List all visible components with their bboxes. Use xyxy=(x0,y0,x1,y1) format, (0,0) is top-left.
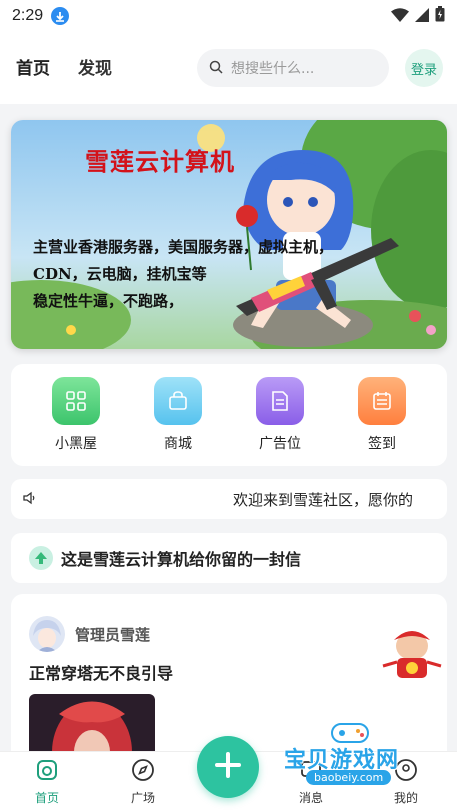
top-nav: 首页 发现 想搜些什么... 登录 xyxy=(0,32,457,104)
banner-line: 稳定性牛逼，不跑路， xyxy=(33,292,184,310)
letter-card[interactable]: 这是雪莲云计算机给你留的一封信 xyxy=(11,533,447,583)
search-icon xyxy=(209,59,223,78)
quick-action-label: 广告位 xyxy=(259,436,301,452)
banner-line: CDN，云电脑，挂机宝等 xyxy=(33,265,207,283)
status-time: 2:29 xyxy=(12,7,44,24)
home-icon xyxy=(35,758,59,786)
notice-text: 欢迎来到雪莲社区，愿你的 xyxy=(233,490,414,509)
tab-discover[interactable]: 发现 xyxy=(78,54,112,83)
quick-action-blacklist[interactable]: 小黑屋 xyxy=(36,377,116,453)
quick-action-shop[interactable]: 商城 xyxy=(138,377,218,453)
quick-actions: 小黑屋 商城 广告位 签到 xyxy=(11,364,447,466)
login-button[interactable]: 登录 xyxy=(405,49,443,87)
download-icon xyxy=(51,7,70,25)
tab-home[interactable]: 首页 xyxy=(16,54,50,83)
nav-home[interactable]: 首页 xyxy=(17,758,77,806)
shopping-bag-icon xyxy=(154,377,202,425)
notice-bar[interactable]: 欢迎来到雪莲社区，愿你的 xyxy=(11,479,447,519)
promo-banner[interactable]: 雪莲云计算机 主营业香港服务器，美国服务器，虚拟主机， CDN，云电脑，挂机宝等… xyxy=(11,120,447,349)
calendar-icon xyxy=(358,377,406,425)
nav-plaza[interactable]: 广场 xyxy=(113,758,173,806)
nav-label: 首页 xyxy=(34,791,59,805)
quick-action-checkin[interactable]: 签到 xyxy=(342,377,422,453)
arrow-up-icon xyxy=(29,546,53,570)
quick-action-label: 商城 xyxy=(164,436,192,452)
plus-icon xyxy=(214,751,242,783)
add-post-button[interactable] xyxy=(197,736,259,798)
mascot-sticker xyxy=(379,626,445,682)
post-author[interactable]: 管理员雪莲 xyxy=(75,624,150,645)
signal-icon xyxy=(415,7,429,26)
quick-action-label: 小黑屋 xyxy=(55,436,97,452)
battery-icon xyxy=(435,6,445,26)
document-icon xyxy=(256,377,304,425)
banner-title: 雪莲云计算机 xyxy=(85,147,235,176)
speaker-icon xyxy=(23,490,37,509)
watermark: 宝贝游戏网 baobeiy.com xyxy=(280,716,430,806)
watermark-url: baobeiy.com xyxy=(306,770,392,785)
search-placeholder: 想搜些什么... xyxy=(231,61,315,77)
status-bar: 2:29 xyxy=(0,0,457,32)
post-title: 正常穿塔无不良引导 xyxy=(29,664,174,683)
quick-action-ads[interactable]: 广告位 xyxy=(240,377,320,453)
banner-line: 主营业香港服务器，美国服务器，虚拟主机， xyxy=(33,238,334,256)
search-input[interactable]: 想搜些什么... xyxy=(197,49,389,87)
quick-action-label: 签到 xyxy=(368,436,396,452)
grid-icon xyxy=(52,377,100,425)
avatar[interactable] xyxy=(29,616,65,652)
wifi-icon xyxy=(391,7,409,26)
compass-icon xyxy=(131,758,155,786)
letter-text: 这是雪莲云计算机给你留的一封信 xyxy=(61,550,302,569)
nav-label: 广场 xyxy=(130,791,155,805)
